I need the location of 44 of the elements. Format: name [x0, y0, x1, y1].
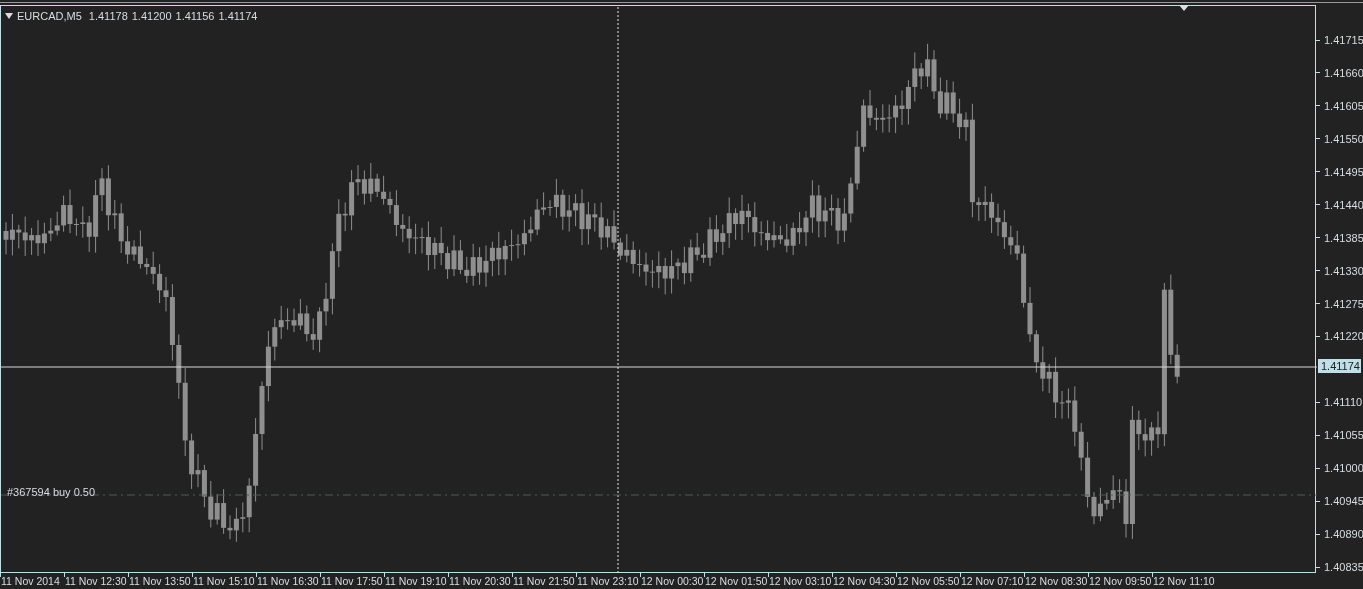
time-tick: 12 Nov 05:50	[896, 574, 960, 588]
price-tick: 1.40945	[1324, 494, 1363, 509]
time-tick: 11 Nov 23:10	[576, 574, 640, 588]
time-tick: 12 Nov 00:30	[640, 574, 704, 588]
time-tick: 12 Nov 03:10	[768, 574, 832, 588]
order-label: #367594 buy 0.50	[7, 485, 96, 500]
time-tick: 12 Nov 07:10	[960, 574, 1024, 588]
time-tick: 12 Nov 11:10	[1152, 574, 1216, 588]
time-tick: 12 Nov 01:50	[704, 574, 768, 588]
price-tick: 1.41385	[1324, 230, 1363, 245]
price-value: 1.41178	[88, 9, 128, 24]
time-tick: 12 Nov 09:50	[1088, 574, 1152, 588]
price-tick: 1.41330	[1324, 263, 1363, 278]
price-tick: 1.41055	[1324, 428, 1363, 443]
dropdown-icon[interactable]	[5, 13, 13, 20]
time-tick: 11 Nov 13:50	[128, 574, 192, 588]
current-price-label: 1.41174	[1318, 359, 1361, 373]
price-value: 1.41200	[131, 9, 172, 24]
price-tick: 1.41275	[1324, 296, 1363, 311]
price-value: 1.41156	[175, 9, 215, 24]
time-tick: 11 Nov 17:50	[320, 574, 384, 588]
time-tick: 11 Nov 2014	[0, 574, 61, 588]
price-tick: 1.41660	[1324, 65, 1363, 80]
time-tick: 11 Nov 16:30	[256, 574, 320, 588]
price-tick: 1.41440	[1324, 197, 1363, 212]
time-tick: 12 Nov 08:30	[1024, 574, 1088, 588]
shift-marker-icon[interactable]	[1179, 5, 1189, 11]
time-tick: 11 Nov 20:30	[448, 574, 512, 588]
price-value: 1.41174	[218, 9, 258, 24]
time-tick: 12 Nov 04:30	[832, 574, 896, 588]
price-tick: 1.40890	[1324, 527, 1363, 542]
symbol-label: EURCAD,M5	[17, 9, 82, 24]
price-tick: 1.41220	[1324, 329, 1363, 344]
price-tick: 1.40835	[1324, 560, 1363, 575]
price-tick: 1.41605	[1324, 98, 1363, 113]
time-tick: 11 Nov 15:10	[192, 574, 256, 588]
price-tick: 1.41000	[1324, 461, 1363, 476]
price-tick: 1.41495	[1324, 164, 1363, 179]
price-tick: 1.41550	[1324, 131, 1363, 146]
time-tick: 11 Nov 12:30	[64, 574, 128, 588]
price-tick: 1.41715	[1324, 33, 1363, 47]
time-tick: 11 Nov 19:10	[384, 574, 448, 588]
time-tick: 11 Nov 21:50	[512, 574, 576, 588]
price-tick: 1.41110	[1324, 395, 1363, 410]
